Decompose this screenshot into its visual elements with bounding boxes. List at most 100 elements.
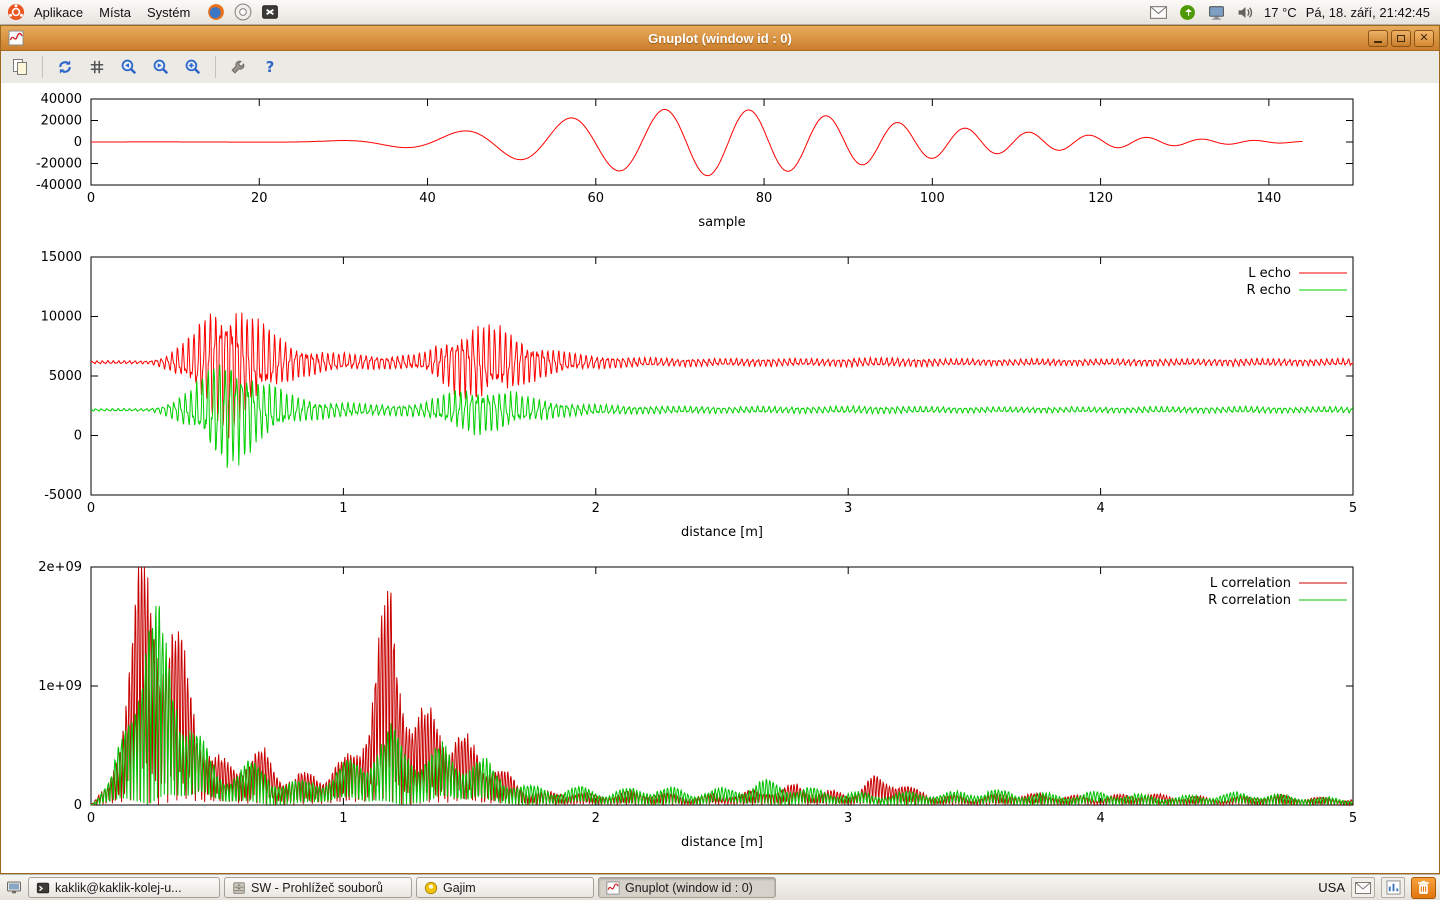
taskbar-right-area: USA	[1318, 877, 1436, 899]
display-icon[interactable]	[1206, 2, 1226, 22]
chart-correlation-distance[interactable]: 0 1 2 3 4 5 0 1e+09 2e+09 distance [m] L correlati…	[1, 557, 1439, 857]
gnuplot-window: Gnuplot (window id : 0) ✕	[0, 25, 1440, 874]
window-titlebar[interactable]: Gnuplot (window id : 0) ✕	[1, 26, 1439, 51]
x-tick-label: 3	[844, 501, 852, 516]
x-tick-label: 100	[920, 191, 945, 206]
trash-icon[interactable]	[1411, 877, 1436, 899]
window-controls: ✕	[1368, 30, 1434, 47]
gnuplot-icon	[605, 880, 620, 895]
y-tick-label: 20000	[41, 114, 82, 129]
ubuntu-logo-icon[interactable]	[6, 2, 26, 22]
toolbar-separator	[215, 56, 216, 78]
x-tick-label: 1	[339, 501, 347, 516]
x-axis-label: distance [m]	[681, 525, 763, 540]
legend-label: R correlation	[1208, 593, 1291, 608]
x-tick-label: 140	[1256, 191, 1281, 206]
gajim-icon	[423, 880, 438, 895]
replot-button[interactable]	[52, 54, 78, 80]
plot-border	[91, 257, 1353, 495]
plot-area: 020406080100120140-40000-200000200004000…	[1, 83, 1439, 873]
maximize-button[interactable]	[1391, 30, 1411, 47]
y-tick-label: 1e+09	[38, 679, 82, 694]
mail-tray-button[interactable]	[1351, 877, 1375, 898]
y-tick-label: 15000	[41, 250, 82, 265]
svg-text:?: ?	[266, 59, 275, 76]
x-tick-label: 80	[756, 191, 773, 206]
zoom-previous-button[interactable]	[116, 54, 142, 80]
gnuplot-tray-icon[interactable]	[1381, 877, 1405, 898]
x-tick-label: 4	[1096, 501, 1104, 516]
panel-launchers	[206, 2, 280, 22]
minimize-icon	[1374, 34, 1382, 43]
y-tick-label: 10000	[41, 310, 82, 325]
y-tick-label: 5000	[49, 369, 82, 384]
y-tick-label: -40000	[36, 178, 82, 193]
terminal-icon	[35, 880, 50, 895]
x-tick-label: 0	[87, 191, 95, 206]
taskbar: kaklik@kaklik-kolej-u... SW - Prohlížeč …	[0, 874, 1440, 900]
keyboard-layout-indicator[interactable]: USA	[1318, 880, 1345, 895]
x-tick-label: 0	[87, 811, 95, 826]
menu-applications[interactable]: Aplikace	[26, 2, 91, 23]
x-tick-label: 2	[592, 501, 600, 516]
x-tick-label: 60	[588, 191, 605, 206]
clock-applet[interactable]: Pá, 18. září, 21:42:45	[1306, 5, 1430, 20]
maximize-icon	[1397, 35, 1405, 42]
y-tick-label: 0	[74, 798, 82, 813]
chart-echo-distance[interactable]: 012345-5000050001000015000distance [m]L …	[1, 249, 1439, 557]
y-tick-label: -20000	[36, 157, 82, 172]
y-tick-label: 0	[74, 429, 82, 444]
top-panel: Aplikace Místa Systém	[0, 0, 1440, 25]
grid-toggle-button[interactable]	[84, 54, 110, 80]
volume-icon[interactable]	[1235, 2, 1255, 22]
x-axis-label: sample	[698, 215, 745, 230]
taskbar-window-file-manager[interactable]: SW - Prohlížeč souborů	[224, 877, 412, 898]
window-title: Gnuplot (window id : 0)	[1, 31, 1439, 46]
x-axis-label: distance [m]	[681, 835, 763, 850]
x-tick-label: 4	[1096, 811, 1104, 826]
x-tick-label: 2	[592, 811, 600, 826]
show-desktop-button[interactable]	[4, 878, 24, 898]
taskbar-window-gnuplot[interactable]: Gnuplot (window id : 0)	[598, 877, 776, 898]
x-tick-label: 20	[251, 191, 268, 206]
menu-places[interactable]: Místa	[91, 2, 139, 23]
autoscale-button[interactable]	[180, 54, 206, 80]
y-tick-label: 2e+09	[38, 560, 82, 575]
x-tick-label: 120	[1088, 191, 1113, 206]
taskbar-window-gajim[interactable]: Gajim	[416, 877, 594, 898]
config-button[interactable]	[225, 54, 251, 80]
close-button[interactable]: ✕	[1414, 30, 1434, 47]
x-tick-label: 0	[87, 501, 95, 516]
y-tick-label: -5000	[44, 488, 82, 503]
copy-button[interactable]	[7, 54, 33, 80]
taskbar-window-label: SW - Prohlížeč souborů	[251, 881, 383, 895]
taskbar-window-label: Gnuplot (window id : 0)	[625, 881, 753, 895]
update-icon[interactable]	[1177, 2, 1197, 22]
legend-label: R echo	[1246, 283, 1291, 298]
y-tick-label: 0	[74, 135, 82, 150]
help-button[interactable]: ?	[257, 54, 283, 80]
minimize-button[interactable]	[1368, 30, 1388, 47]
plot-border	[91, 567, 1353, 805]
firefox-icon[interactable]	[206, 2, 226, 22]
mail-icon[interactable]	[1148, 2, 1168, 22]
temperature-applet[interactable]: 17 °C	[1264, 5, 1297, 20]
x-tick-label: 40	[419, 191, 436, 206]
panel-status-area: 17 °C Pá, 18. září, 21:42:45	[1148, 2, 1434, 22]
help-icon[interactable]	[233, 2, 253, 22]
file-manager-icon	[231, 880, 246, 895]
menu-system[interactable]: Systém	[139, 2, 198, 23]
taskbar-window-label: Gajim	[443, 881, 476, 895]
taskbar-window-terminal[interactable]: kaklik@kaklik-kolej-u...	[28, 877, 220, 898]
toolbar-separator	[42, 56, 43, 78]
x-tick-label: 5	[1349, 811, 1357, 826]
gnuplot-toolbar: ?	[1, 51, 1439, 84]
zoom-next-button[interactable]	[148, 54, 174, 80]
x-tick-label: 3	[844, 811, 852, 826]
terminal-icon[interactable]	[260, 2, 280, 22]
legend-label: L correlation	[1210, 576, 1291, 591]
x-tick-label: 5	[1349, 501, 1357, 516]
chart-chirp-sample[interactable]: 0 20 40 60 80 100 120 140 -40000 -20000 0 20000 4000…	[1, 83, 1439, 249]
x-tick-label: 1	[339, 811, 347, 826]
y-tick-label: 40000	[41, 92, 82, 107]
